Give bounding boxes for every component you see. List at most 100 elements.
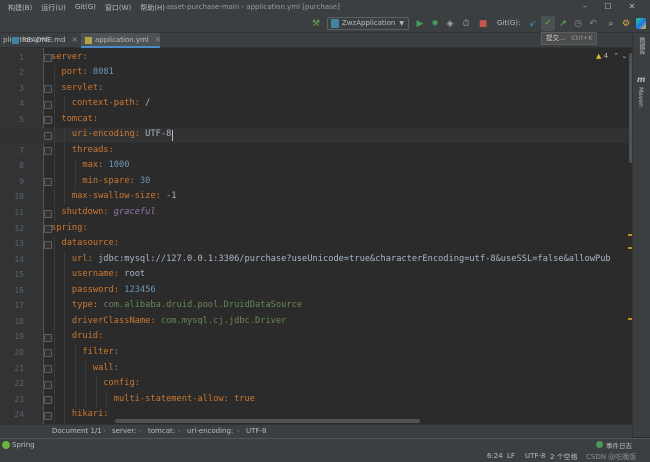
menu-window[interactable]: 窗口(W) — [105, 3, 131, 13]
breadcrumb-uri-encoding[interactable]: uri-encoding: — [187, 425, 233, 438]
inspection-widget[interactable]: ▲ 4 ⌃ ⌄ — [596, 52, 627, 60]
indent-guide — [64, 298, 66, 315]
code-text: server: — [51, 52, 88, 62]
debug-icon[interactable]: ✹ — [429, 18, 441, 30]
yaml-key: max: — [82, 160, 109, 171]
breadcrumb-separator: › — [103, 427, 106, 435]
vertical-scrollbar[interactable] — [629, 53, 632, 163]
menu-run[interactable]: 运行(U) — [41, 3, 66, 13]
indent-setting[interactable]: 2 个空格 — [550, 452, 578, 462]
database-tool-button[interactable]: 数据库 — [637, 37, 646, 55]
git-push-icon[interactable]: ↗ — [557, 18, 569, 30]
yaml-key: spring: — [51, 222, 88, 233]
spring-app-icon — [331, 19, 339, 28]
file-encoding[interactable]: UTF-8 — [525, 452, 545, 460]
yaml-key: shutdown: — [61, 207, 114, 217]
spring-tool-button[interactable]: Spring — [12, 441, 35, 449]
error-stripe-mark[interactable] — [628, 234, 632, 236]
indent-guide — [64, 158, 66, 175]
yaml-key: port: — [61, 67, 93, 78]
tab-readme[interactable]: README.md ✕ — [8, 33, 80, 48]
maven-tool-button[interactable]: Maven — [637, 87, 644, 107]
settings-icon[interactable]: ⚙ — [620, 18, 632, 30]
menu-git[interactable]: Git(G) — [75, 3, 96, 13]
indent-guide — [54, 143, 55, 159]
yaml-key: tomcat: — [61, 113, 99, 124]
plugin-logo-icon[interactable] — [636, 18, 646, 29]
yaml-key: server: — [51, 51, 88, 62]
coverage-icon[interactable]: ◈ — [444, 18, 456, 30]
run-icon[interactable]: ▶ — [414, 18, 426, 30]
git-commit-button[interactable]: ✓ — [541, 16, 555, 31]
yaml-key: driverClassName: — [71, 315, 161, 326]
code-line[interactable] — [0, 221, 632, 237]
git-history-icon[interactable]: ◷ — [572, 18, 584, 30]
indent-guide — [54, 189, 55, 206]
yaml-key: username: — [71, 269, 125, 280]
breadcrumb-tomcat[interactable]: tomcat: — [148, 425, 175, 438]
horizontal-scrollbar[interactable] — [115, 419, 420, 423]
event-log-button[interactable]: 事件日志 — [606, 440, 632, 450]
code-text: password: 123456 — [51, 285, 156, 295]
indent-guide — [64, 127, 66, 144]
run-configuration-select[interactable]: ZwzApplication ▼ — [327, 17, 409, 30]
indent-guide — [64, 329, 66, 346]
maximize-button[interactable]: ☐ — [603, 2, 613, 12]
menu-help[interactable]: 帮助(H) — [140, 3, 165, 13]
indent-guide — [106, 392, 108, 408]
code-text: url: jdbc:mysql://127.0.0.1:3306/purchas… — [51, 254, 611, 264]
minimize-button[interactable]: – — [580, 2, 590, 12]
close-button[interactable]: ✕ — [627, 2, 637, 12]
caret-position[interactable]: 6:24 — [487, 452, 503, 460]
breadcrumb-document[interactable]: Document 1/1 — [52, 425, 102, 438]
git-rollback-icon[interactable]: ↶ — [587, 18, 599, 30]
indent-guide — [54, 81, 55, 97]
code-text: port: 8081 — [51, 67, 113, 78]
indent-guide — [74, 361, 76, 377]
main-toolbar: ⚒ ZwzApplication ▼ ▶ ✹ ◈ ⏱ ■ Git(G): ↙ ✓… — [0, 15, 650, 33]
indent-guide — [64, 189, 66, 206]
maven-icon: m — [637, 75, 646, 84]
build-hammer-icon[interactable]: ⚒ — [310, 18, 322, 30]
code-editor[interactable]: 123456789101112131415161718192021222324 … — [0, 48, 632, 424]
breadcrumb-utf8[interactable]: UTF-8 — [246, 425, 266, 438]
yaml-key: filter: — [82, 346, 120, 357]
yaml-key: multi-statement-allow: — [113, 393, 235, 404]
status-bar: Spring 事件日志 6:24 LF UTF-8 2 个空格 CSDN @吃晚… — [0, 438, 650, 462]
code-text: tomcat: — [51, 114, 98, 124]
indent-guide — [64, 174, 66, 190]
indent-guide — [54, 252, 55, 268]
warning-count: 4 — [603, 52, 609, 60]
stop-icon[interactable]: ■ — [477, 18, 489, 30]
code-line[interactable] — [0, 50, 632, 66]
run-configuration-label: ZwzApplication — [342, 19, 396, 27]
error-stripe-mark[interactable] — [628, 318, 632, 320]
indent-guide — [64, 283, 66, 299]
breadcrumb-server[interactable]: server: — [112, 425, 136, 438]
indent-guide — [54, 158, 55, 175]
git-update-icon[interactable]: ↙ — [527, 18, 539, 30]
indent-guide — [74, 345, 76, 361]
code-text: druid: — [51, 331, 103, 341]
line-separator[interactable]: LF — [507, 452, 515, 460]
error-stripe-mark[interactable] — [628, 247, 632, 249]
menu-build[interactable]: 构建(B) — [8, 3, 32, 13]
profile-icon[interactable]: ⏱ — [460, 18, 472, 30]
tab-application-yml[interactable]: application.yml ✕ — [81, 33, 161, 48]
close-tab-icon[interactable]: ✕ — [72, 36, 78, 44]
previous-highlight-icon[interactable]: ⌃ — [613, 52, 619, 60]
editor-tab-bar: plication.yml README.md ✕ application.ym… — [0, 33, 632, 48]
yaml-value: root — [124, 269, 146, 280]
indent-guide — [64, 407, 66, 424]
warning-icon: ▲ — [596, 52, 602, 60]
tooltip-label: 提交... — [546, 34, 566, 42]
markdown-file-icon — [12, 37, 19, 44]
indent-guide — [54, 236, 55, 253]
search-icon[interactable]: ⌕ — [605, 18, 617, 30]
next-highlight-icon[interactable]: ⌄ — [621, 52, 627, 60]
indent-guide — [54, 127, 55, 144]
close-tab-icon[interactable]: ✕ — [155, 36, 161, 44]
indent-guide — [54, 361, 55, 377]
